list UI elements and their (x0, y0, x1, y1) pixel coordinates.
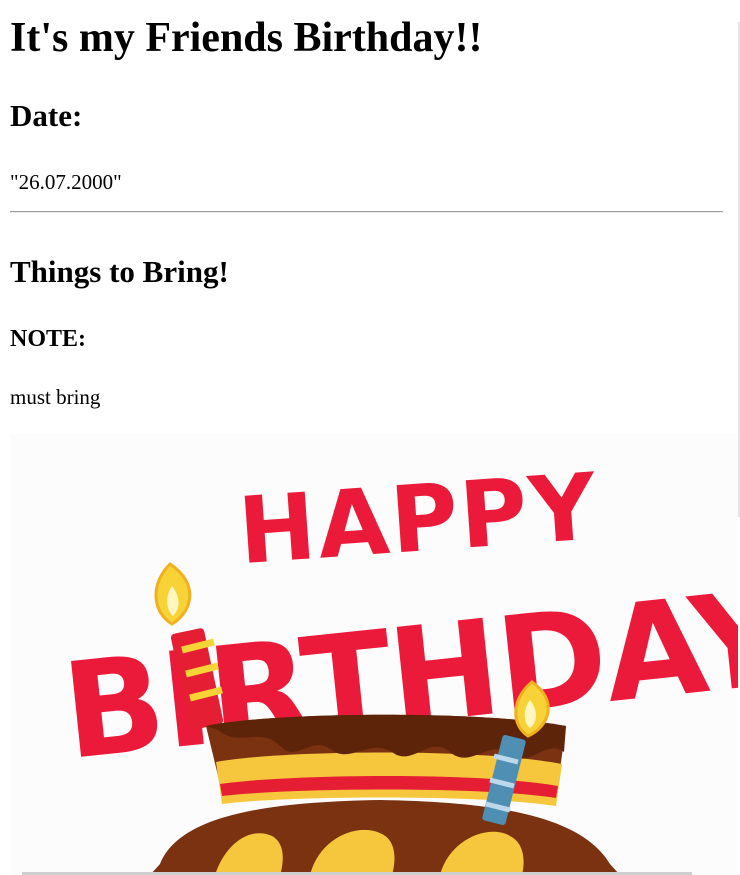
note-heading: NOTE: (10, 326, 87, 352)
note-text: must bring (10, 385, 101, 409)
section-divider (10, 211, 723, 213)
happy-word: HAPPY (235, 453, 601, 585)
date-heading: Date: (10, 98, 83, 133)
happy-text: HAPPY (235, 453, 601, 585)
cake-icon (150, 714, 620, 875)
date-value: "26.07.2000" (10, 170, 122, 194)
things-heading: Things to Bring! (10, 254, 229, 289)
page-title: It's my Friends Birthday!! (10, 15, 483, 61)
happy-birthday-image: HAPPY BIRTHDAY (10, 434, 738, 875)
